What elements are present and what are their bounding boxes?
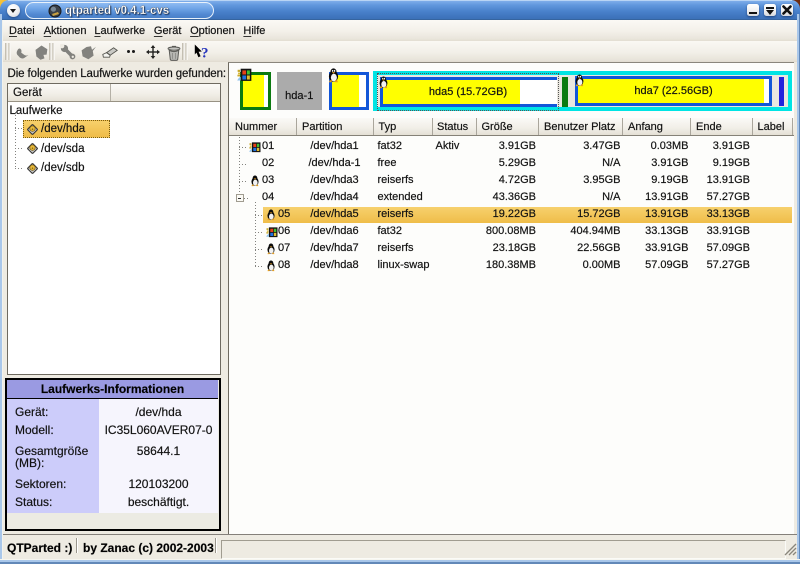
svg-text:?: ?: [201, 46, 209, 62]
